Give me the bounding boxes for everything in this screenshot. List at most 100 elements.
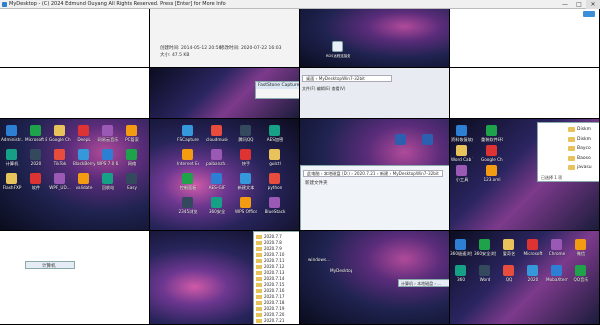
desktop-icon[interactable] [486, 125, 497, 136]
folder-row[interactable]: 2020.7.14 [256, 276, 284, 281]
desktop-icon[interactable] [240, 149, 251, 160]
desktop-icon[interactable] [456, 125, 467, 136]
screen-tile-2[interactable]: 创建时间: 2014-05-12 20:56 修改时间: 2020-07-22 … [150, 9, 300, 68]
desktop-icon[interactable] [182, 173, 193, 184]
explorer-bar[interactable]: 计算机 › 本地磁盘 › ... [398, 279, 449, 287]
desktop-icon[interactable] [211, 149, 222, 160]
screen-tile-4[interactable] [450, 9, 600, 68]
desktop-icon[interactable] [269, 197, 280, 208]
desktop-icon[interactable] [126, 173, 137, 184]
folder-list-window[interactable]: 2020.7.7 2020.7.8 2020.7.9 2020.7.10 2020.7.… [253, 231, 299, 324]
desktop-icon[interactable] [54, 149, 65, 160]
desktop-icon[interactable] [6, 125, 17, 136]
desktop-icon[interactable] [182, 125, 193, 136]
desktop-icon[interactable] [30, 149, 41, 160]
close-button[interactable]: ✕ [586, 0, 600, 9]
desktop-icon[interactable] [486, 165, 497, 176]
word-doc-icon[interactable] [395, 134, 406, 145]
explorer-window[interactable]: 此电脑 › 本地磁盘 (D:) › 2020.7.21 › 新建 › MyDes… [300, 165, 449, 230]
screen-tile-8[interactable] [450, 68, 600, 119]
desktop-icon[interactable] [54, 173, 65, 184]
desktop-icon[interactable] [527, 265, 538, 276]
desktop-icon[interactable] [54, 125, 65, 136]
desktop-icon[interactable] [503, 239, 514, 250]
screen-tile-7[interactable] [0, 68, 150, 119]
screen-tile-10[interactable]: FSCapture cloudmusic 腾讯QQ AES加密 Internet Exp… [150, 119, 300, 231]
desktop-icon[interactable] [102, 149, 113, 160]
desktop-icon[interactable] [455, 239, 466, 250]
list-item[interactable]: Diskm [577, 127, 591, 132]
desktop-icon[interactable] [182, 149, 193, 160]
word-doc-icon-2[interactable] [422, 134, 433, 145]
list-item[interactable]: javasu [577, 165, 592, 170]
folder-row[interactable]: 2020.7.15 [256, 282, 284, 287]
explorer-path[interactable]: 此电脑 › 本地磁盘 (D:) › 2020.7.21 › 新建 › MyDes… [303, 170, 443, 177]
screen-tile-16[interactable]: 360极速浏览360安全浏览 爱奇艺 Microsoft Chrome 微信 360 Wor… [450, 231, 600, 325]
folder-row[interactable]: 2020.7.7 [256, 234, 282, 239]
desktop-icon[interactable] [527, 239, 538, 250]
computer-window[interactable]: 计算机 [25, 261, 75, 269]
screen-tile-14[interactable]: 2020.7.7 2020.7.8 2020.7.9 2020.7.10 2020.7.… [150, 231, 300, 325]
desktop-icon[interactable] [6, 149, 17, 160]
screen-tile-11[interactable]: 此电脑 › 本地磁盘 (D:) › 2020.7.21 › 新建 › MyDes… [300, 119, 450, 231]
desktop-icon[interactable] [126, 149, 137, 160]
screen-tile-12[interactable]: Diskm Diskm Bayco Baoso javasu 已选择 1 项 资… [450, 119, 600, 231]
desktop-icon[interactable] [240, 173, 251, 184]
desktop-icon[interactable] [269, 125, 280, 136]
desktop-icon[interactable] [240, 197, 251, 208]
folder-row[interactable]: 2020.7.11 [256, 258, 284, 263]
desktop-icon[interactable] [551, 239, 562, 250]
folder-row[interactable]: 2020.7.16 [256, 288, 284, 293]
new-folder-button[interactable]: 新建文件夹 [305, 180, 328, 186]
desktop-icon[interactable] [78, 149, 89, 160]
title-bar[interactable]: MyDesktop - (C) 2024 Edmund Ouyang All R… [0, 0, 600, 9]
desktop-icon[interactable] [551, 265, 562, 276]
screen-tile-1[interactable] [0, 9, 150, 68]
screen-tile-5[interactable]: FastStone Capture [150, 68, 300, 119]
desktop-icon[interactable] [456, 145, 467, 156]
desktop-icon[interactable] [479, 265, 490, 276]
folder-row[interactable]: 2020.7.12 [256, 264, 284, 269]
desktop-icon[interactable] [6, 173, 17, 184]
desktop-icon[interactable] [30, 173, 41, 184]
list-item[interactable]: Diskm [577, 137, 591, 142]
file-list-panel[interactable]: Diskm Diskm Bayco Baoso javasu 已选择 1 项 [537, 122, 599, 182]
desktop-icon[interactable] [455, 265, 466, 276]
doc-file-icon[interactable] [332, 41, 343, 52]
folder-row[interactable]: 2020.7.10 [256, 252, 284, 257]
desktop-icon[interactable] [503, 265, 514, 276]
folder-row[interactable]: 2020.7.18 [256, 300, 284, 305]
desktop-icon[interactable] [479, 239, 490, 250]
desktop-icon[interactable] [575, 265, 586, 276]
folder-row[interactable]: 2020.7.21 [256, 318, 284, 323]
desktop-icon[interactable] [575, 239, 586, 250]
desktop-icon[interactable] [182, 197, 193, 208]
desktop-icon[interactable] [240, 125, 251, 136]
desktop-icon[interactable] [126, 125, 137, 136]
desktop-icon[interactable] [78, 173, 89, 184]
screen-tile-3[interactable]: RDS远程连接处理文档.docx [300, 9, 450, 68]
screen-tile-15[interactable]: windows... MyDesktop 计算机 › 本地磁盘 › ... [300, 231, 450, 325]
desktop-icon[interactable] [30, 125, 41, 136]
folder-row[interactable]: 2020.7.9 [256, 246, 282, 251]
desktop-icon[interactable] [269, 149, 280, 160]
minimize-button[interactable]: — [558, 0, 572, 9]
window-badge[interactable] [583, 11, 595, 17]
screen-tile-13[interactable]: 计算机 [0, 231, 150, 325]
folder-row[interactable]: 2020.7.8 [256, 240, 282, 245]
list-item[interactable]: Baoso [577, 156, 591, 161]
list-item[interactable]: Bayco [577, 146, 591, 151]
desktop-icon[interactable] [78, 125, 89, 136]
folder-row[interactable]: 2020.7.13 [256, 270, 284, 275]
faststone-dialog[interactable]: FastStone Capture [255, 81, 299, 99]
desktop-icon[interactable] [211, 197, 222, 208]
desktop-icon[interactable] [211, 173, 222, 184]
screen-tile-6[interactable]: 桌面 › MyDesktopWin7-32bit 文件(F) 编辑(E) 查看(… [300, 68, 450, 119]
desktop-icon[interactable] [102, 125, 113, 136]
screen-tile-9[interactable]: Administr...Microsoft EdgeGoogle Chrome D… [0, 119, 150, 231]
explorer-address[interactable]: 桌面 › MyDesktopWin7-32bit [302, 75, 392, 82]
folder-row[interactable]: 2020.7.19 [256, 306, 284, 311]
desktop-icon[interactable] [486, 145, 497, 156]
folder-row[interactable]: 2020.7.17 [256, 294, 284, 299]
desktop-icon[interactable] [269, 173, 280, 184]
